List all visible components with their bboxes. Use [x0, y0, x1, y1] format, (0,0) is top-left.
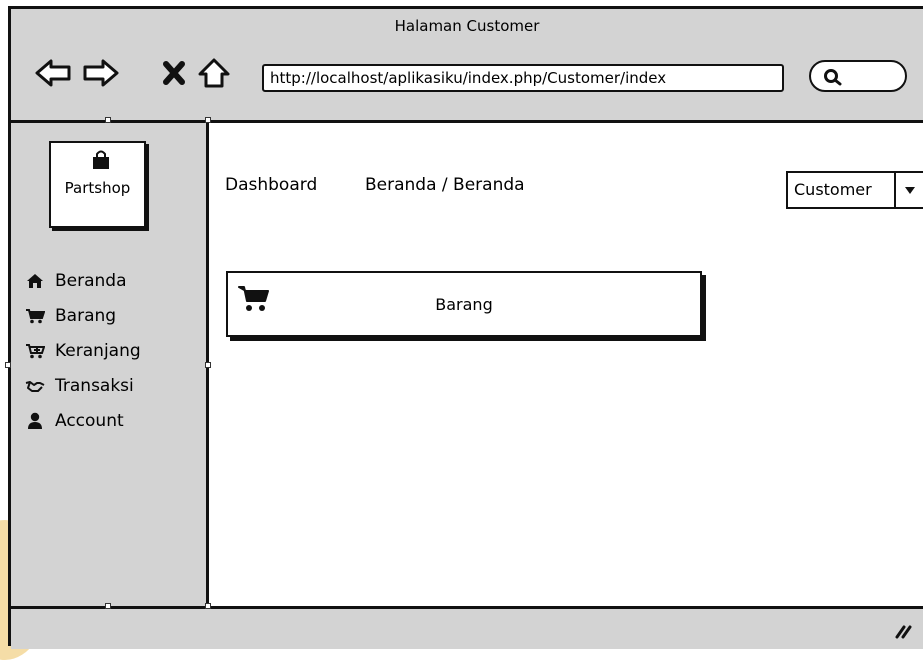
- user-dropdown[interactable]: Customer: [786, 171, 923, 209]
- sidebar-item-label: Transaksi: [55, 375, 134, 396]
- selection-handle: [205, 117, 211, 123]
- sidebar-item-keranjang[interactable]: Keranjang: [25, 333, 141, 368]
- sidebar-menu: Beranda Barang Keranjang Transaksi Accou…: [25, 263, 141, 438]
- sidebar-item-label: Account: [55, 410, 124, 431]
- selection-handle: [105, 117, 111, 123]
- home-icon[interactable]: [194, 53, 234, 93]
- logo-label: Partshop: [64, 179, 131, 197]
- search-icon: [824, 69, 842, 86]
- selection-handle: [5, 362, 11, 368]
- breadcrumb[interactable]: Beranda / Beranda: [365, 175, 525, 195]
- shopping-bag-icon: [93, 150, 109, 169]
- chevron-down-icon[interactable]: [894, 173, 923, 207]
- search-field[interactable]: [809, 60, 907, 92]
- card-label: Barang: [435, 295, 493, 314]
- barang-card[interactable]: Barang: [226, 271, 702, 337]
- sidebar: Partshop Beranda Barang Keranjang Transa…: [11, 123, 209, 606]
- dashboard-link[interactable]: Dashboard: [225, 175, 317, 195]
- selection-handle: [205, 603, 211, 609]
- sidebar-item-label: Keranjang: [55, 340, 141, 361]
- close-icon[interactable]: [154, 53, 194, 93]
- cart-plus-icon: [25, 341, 45, 361]
- window-title: Halaman Customer: [394, 17, 540, 35]
- main-content: Dashboard Beranda / Beranda Customer Bar…: [209, 123, 923, 606]
- sidebar-item-transaksi[interactable]: Transaksi: [25, 368, 141, 403]
- handshake-icon: [25, 376, 45, 396]
- cart-icon: [25, 306, 45, 326]
- browser-window: Halaman Customer http://localhost/aplika…: [8, 6, 923, 649]
- title-bar: Halaman Customer http://localhost/aplika…: [11, 9, 923, 123]
- sidebar-item-barang[interactable]: Barang: [25, 298, 141, 333]
- resize-grip-icon[interactable]: [893, 621, 913, 643]
- forward-arrow-icon[interactable]: [81, 53, 121, 93]
- selection-handle: [205, 362, 211, 368]
- sidebar-item-label: Beranda: [55, 270, 127, 291]
- back-arrow-icon[interactable]: [33, 53, 73, 93]
- user-icon: [25, 411, 45, 431]
- sidebar-item-label: Barang: [55, 305, 117, 326]
- status-bar: [11, 606, 923, 649]
- user-dropdown-value: Customer: [794, 180, 872, 199]
- logo[interactable]: Partshop: [49, 141, 146, 228]
- url-bar[interactable]: http://localhost/aplikasiku/index.php/Cu…: [262, 64, 784, 92]
- home-icon: [25, 271, 45, 291]
- sidebar-item-beranda[interactable]: Beranda: [25, 263, 141, 298]
- sidebar-item-account[interactable]: Account: [25, 403, 141, 438]
- selection-handle: [105, 603, 111, 609]
